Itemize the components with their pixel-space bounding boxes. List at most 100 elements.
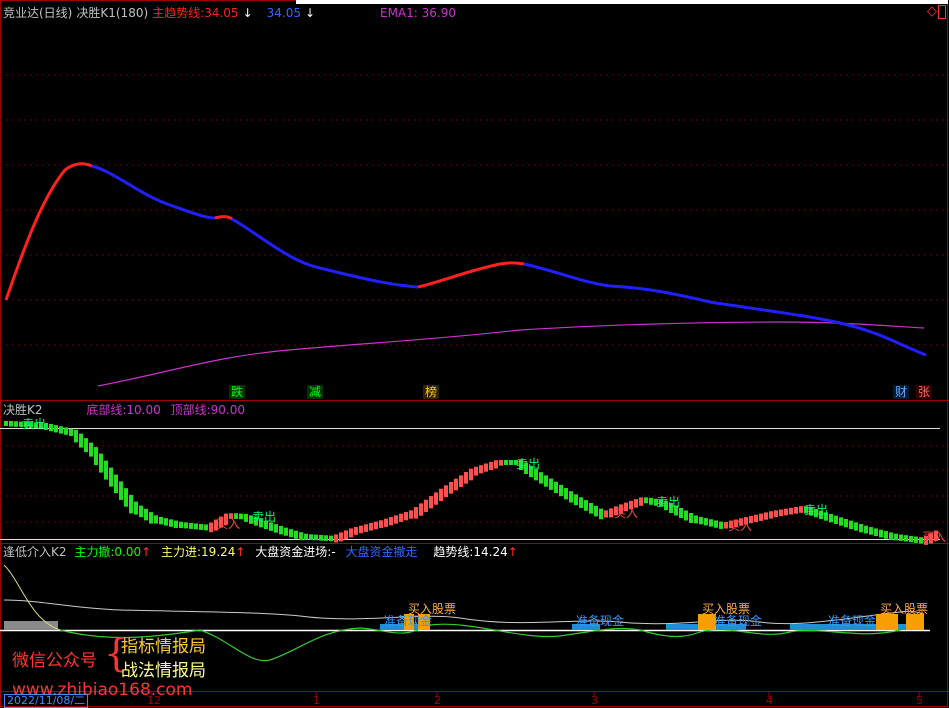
panel2-title[interactable]: 决胜K2 (3, 403, 43, 417)
k2-block (434, 492, 438, 505)
k2-block (349, 528, 353, 538)
k2-block (719, 521, 723, 529)
prep-cash-label: 准备现金 (576, 614, 625, 628)
k2-block (419, 503, 423, 516)
tag-fall[interactable]: 跌 (229, 385, 246, 399)
trend-line-down (91, 164, 216, 220)
k2-block (79, 433, 83, 448)
tag-list[interactable]: 榜 (423, 385, 440, 399)
arrow-up-icon: ↑ (141, 545, 152, 559)
k2-block (74, 429, 78, 443)
k2-block (649, 497, 653, 505)
k2-block (134, 501, 138, 515)
k2-block (559, 484, 563, 497)
k2-block (124, 488, 128, 507)
panel2-header: 决胜K2 底部线:10.00 顶部线:90.00 (3, 403, 245, 417)
k2-block (189, 522, 193, 529)
k2-block (404, 512, 408, 521)
trend-label: 主趋势线: (152, 6, 205, 20)
k2-block (599, 508, 603, 520)
signal-sell: 卖出 (22, 417, 47, 431)
date-cursor[interactable]: 2022/11/08/二 (4, 694, 89, 708)
k2-block (779, 509, 783, 517)
tick-label: 5 (916, 694, 923, 707)
tag-reduce[interactable]: 减 (307, 385, 324, 399)
k2-block (209, 522, 213, 533)
k2-block (899, 534, 903, 541)
k2-block (369, 522, 373, 531)
main-out-label: 主力撤: (74, 545, 115, 559)
panel3-title[interactable]: 逢低介入K2 (3, 545, 67, 559)
tag-raise[interactable]: 张 (916, 385, 933, 399)
k2-block (424, 499, 428, 513)
arrow-up-icon: ↑ (235, 545, 246, 559)
k2-block (389, 517, 393, 526)
arrow-up-icon: ↑ (507, 545, 518, 559)
k2-block (909, 535, 913, 543)
k2-block (689, 513, 693, 523)
k2-block (794, 507, 798, 514)
k2-block (104, 460, 108, 480)
signal-sell: 卖出 (656, 495, 681, 509)
k2-block (294, 530, 298, 539)
k2-block (129, 494, 133, 514)
k2-block (554, 481, 558, 494)
k2-block (184, 522, 188, 529)
k2-block (374, 521, 378, 530)
k2-block (464, 472, 468, 484)
prep-cash-label: 准备现金 (714, 614, 763, 628)
k2-block (569, 491, 573, 503)
k2-block (394, 515, 398, 524)
k3-yellow-line (3, 564, 61, 631)
k2-block (114, 474, 118, 494)
k2-block (324, 535, 328, 541)
k2-block (644, 497, 648, 504)
k2-block (274, 524, 278, 533)
k2-block (759, 513, 763, 521)
k2-block (469, 468, 473, 481)
k2-block (449, 482, 453, 494)
k2-block (854, 522, 858, 531)
k2-block (154, 515, 158, 524)
k2-block (379, 520, 383, 528)
diamond-icon[interactable]: ◇ (927, 4, 937, 19)
indicator-name[interactable]: 决胜K1(180) (76, 6, 148, 20)
signal-buy: 买入 (922, 530, 947, 544)
trend-line-label: 趋势线: (433, 545, 474, 559)
k2-block (429, 496, 433, 509)
k2-block (199, 523, 203, 530)
k2-block (864, 525, 868, 534)
prep-cash-label: 准备现金 (828, 614, 877, 628)
k2-block (139, 505, 143, 518)
k2-block (204, 524, 208, 531)
k2-block (99, 453, 103, 473)
trend-line-value: 14.24 (473, 545, 508, 559)
tag-finance[interactable]: 财 (893, 385, 910, 399)
k2-block (764, 512, 768, 520)
chart-canvas (0, 0, 949, 707)
ema-label: EMA1: (380, 6, 418, 20)
trend-value-2: 34.05 (266, 6, 301, 20)
k2-block (784, 508, 788, 516)
k2-block (174, 520, 178, 528)
k2-block (4, 421, 8, 426)
stock-title[interactable]: 竞业达(日线) (3, 6, 72, 20)
k2-block (119, 481, 123, 500)
k2-block (329, 535, 333, 542)
k2-block (149, 512, 153, 524)
expand-icon[interactable] (938, 5, 946, 19)
k2-block (884, 531, 888, 539)
k2-block (584, 500, 588, 511)
k2-block (339, 532, 343, 542)
k2-block (319, 534, 323, 541)
k2-block (289, 529, 293, 538)
panel3-header: 逢低介入K2 主力撤:0.00↑ 主力进:19.24↑ 大盘资金进场:- 大盘资… (3, 545, 518, 559)
k2-block (354, 526, 358, 535)
k2-block (399, 513, 403, 522)
k2-block (459, 475, 463, 487)
k2-block (679, 508, 683, 518)
k2-block (879, 529, 883, 538)
k2-block (874, 528, 878, 537)
main-in-label: 主力进: (161, 545, 202, 559)
watermark-wechat: 微信公众号 (12, 651, 97, 671)
